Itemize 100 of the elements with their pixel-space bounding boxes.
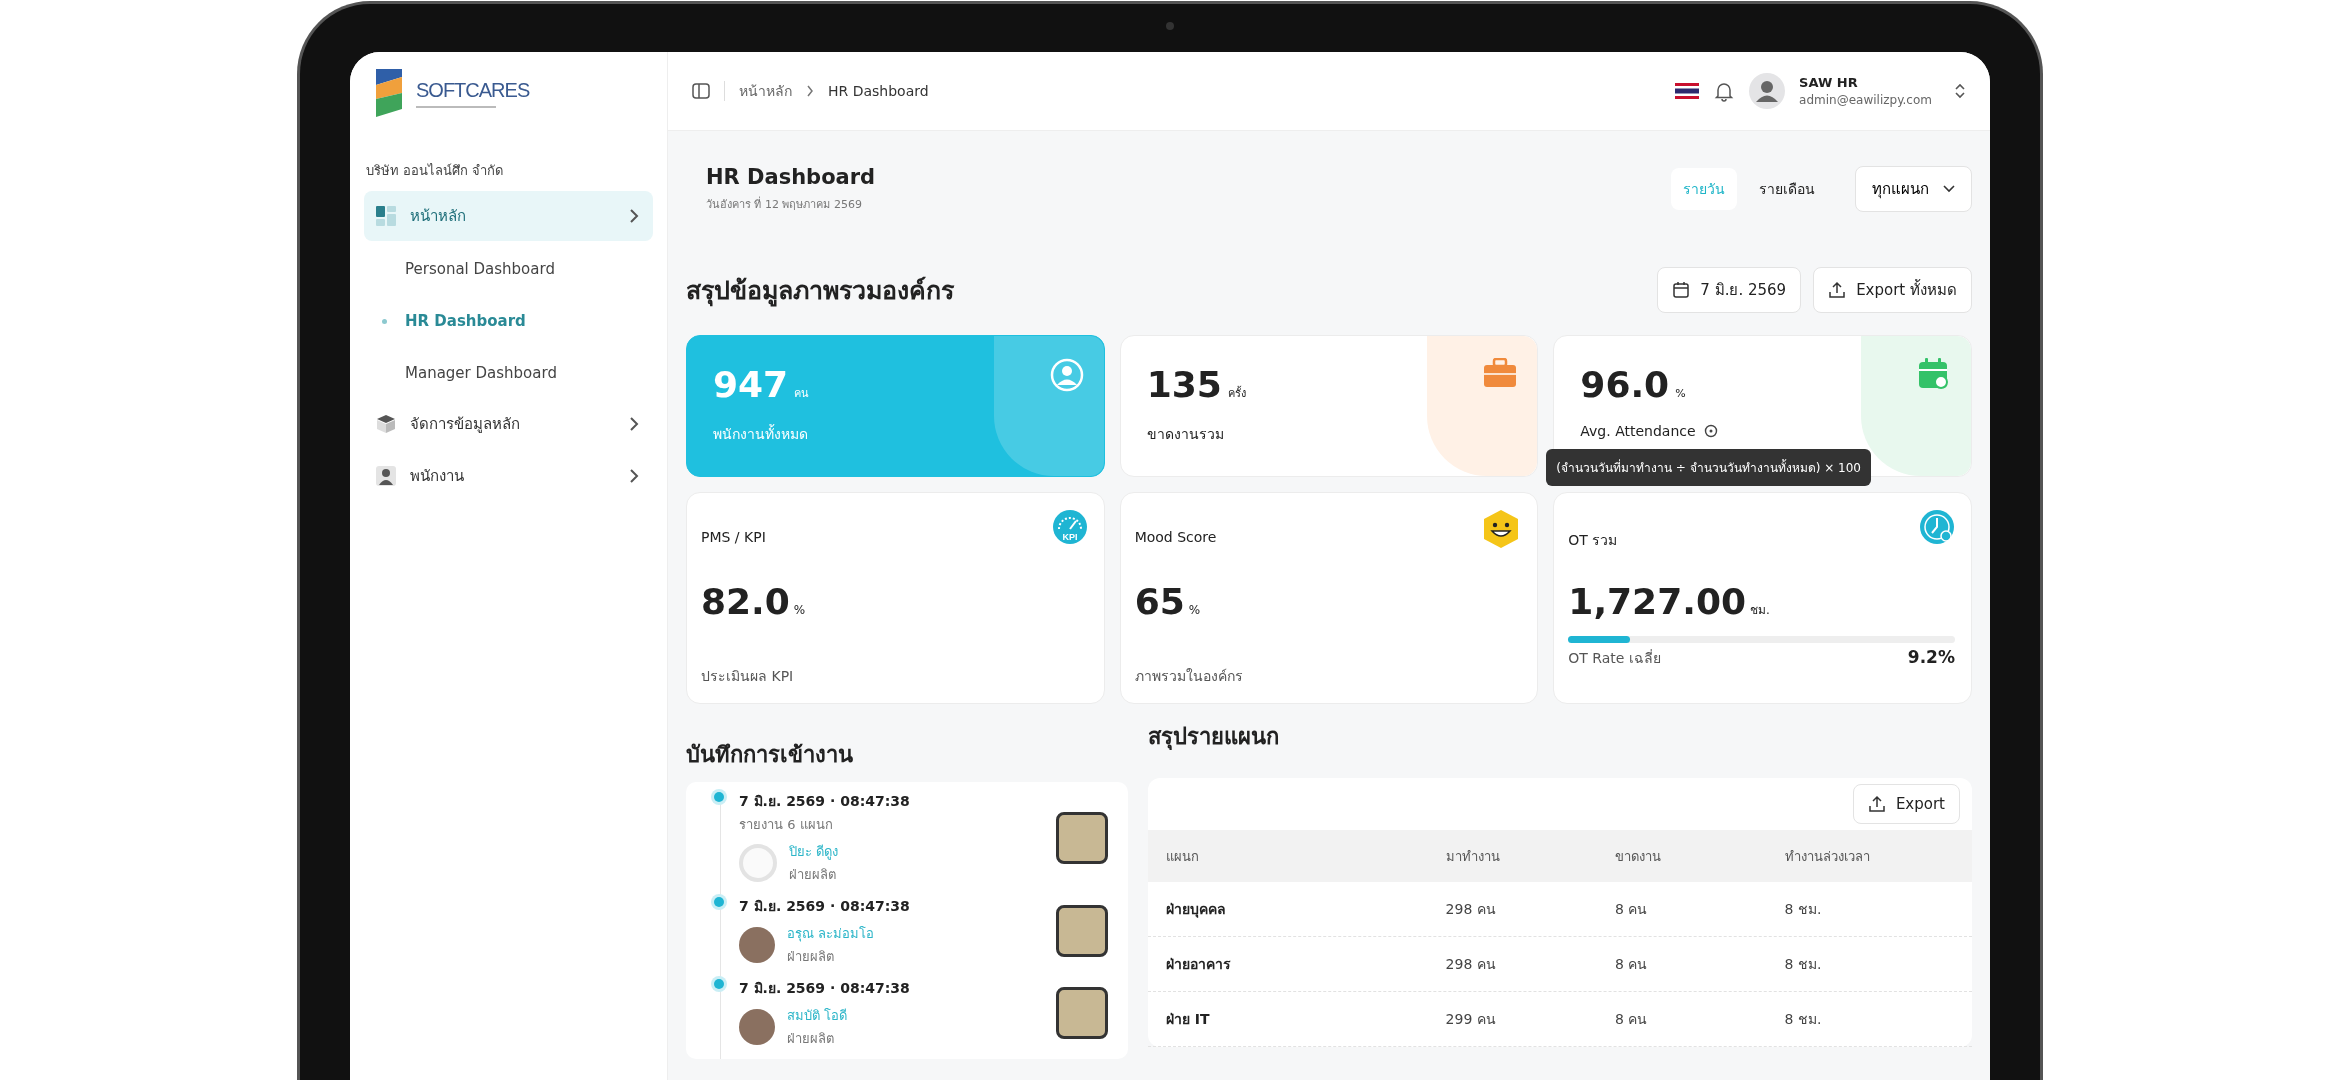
table-cell-text: 298 คน [1445,955,1497,974]
chevron-icon [629,416,639,432]
sidebar-toggle-icon[interactable] [692,82,710,100]
metric-caption: ประเมินผล KPI [701,667,795,686]
avatar-photo-placeholder [739,927,775,963]
table-cell-text: 8 ชม. [1784,955,1823,974]
export-button[interactable]: Export [1852,784,1960,824]
stat-value: 96.0 [1580,364,1670,405]
timeline-dot [714,979,724,989]
metric-title: PMS / KPI [701,529,766,545]
user-name: SAW HR [1799,75,1859,90]
column-header: แผนก [1166,847,1200,866]
avatar-icon [1749,73,1786,109]
metric-unit: ชม. [1750,602,1770,619]
metric-unit: % [1188,603,1201,617]
metric-unit: % [793,603,806,617]
sidebar-item[interactable]: จัดการข้อมูลหลัก [364,399,653,449]
stat-label: Avg. Attendance [1580,423,1696,439]
metric-value: 65 [1134,581,1185,622]
column-header: ทำงานล่วงเวลา [1784,847,1871,866]
stat-unit: คน [794,386,810,402]
column-header: ขาดงาน [1615,847,1663,866]
sidebar-item[interactable]: หน้าหลัก [364,191,653,241]
sidebar-subitem[interactable]: Personal Dashboard [364,243,653,295]
rate-value: 9.2% [1907,647,1955,667]
entry-datetime: 7 มิ.ย. 2569 · 08:47:38 [739,792,911,811]
table-cell-text: 298 คน [1445,900,1497,919]
box-icon [376,414,396,434]
clock-icon [1919,509,1955,545]
export-button[interactable]: Export ทั้งหมด [1813,267,1972,313]
employee-department: ฝ่ายผลิต [787,948,835,966]
bell-icon[interactable] [1713,80,1736,102]
logo-text: SOFTCARES [416,78,530,102]
upload-icon [1867,795,1886,813]
table-cell-text: 8 คน [1615,1010,1649,1029]
sidebar-subitem[interactable]: Manager Dashboard [364,347,653,399]
section-title: สรุปข้อมูลภาพรวมองค์กร [686,275,954,309]
stat-value: 947 [713,364,789,405]
breadcrumb-link[interactable]: HR Dashboard [828,83,929,99]
chevron-icon [1943,185,1955,193]
stat-unit: % [1675,387,1686,400]
period-tab[interactable]: รายเดือน [1747,168,1827,210]
sidebar-item[interactable]: พนักงาน [364,451,653,501]
info-icon[interactable] [1703,424,1718,438]
table-cell-text: 8 คน [1615,955,1649,974]
section-title: สรุปรายแผนก [1148,723,1280,752]
rate-label: OT Rate เฉลี่ย [1568,648,1661,668]
chevron-icon [629,468,639,484]
table-cell-text: ฝ่าย IT [1166,1010,1211,1029]
entry-note: รายงาน 6 แผนก [739,816,834,834]
photo-placeholder[interactable] [1056,811,1108,864]
entry-datetime: 7 มิ.ย. 2569 · 08:47:38 [739,979,911,998]
photo-placeholder[interactable] [1056,987,1108,1039]
metric-caption: ภาพรวมในองค์กร [1134,667,1244,686]
chevron-icon [629,208,639,224]
timeline-dot [714,792,724,802]
briefcase-icon [1483,358,1518,388]
section-title: บันทึกการเข้างาน [686,741,854,769]
upload-icon [1828,281,1847,299]
page-title: HR Dashboard [706,165,876,189]
flag-icon[interactable] [1675,83,1700,99]
stat-unit: ครั้ง [1227,385,1246,402]
chevron-icon [806,85,814,97]
page-subtitle: วันอังคาร ที่ 12 พฤษภาคม 2569 [706,195,863,213]
person-icon [376,466,396,486]
date-button[interactable]: 7 มิ.ย. 2569 [1657,267,1802,313]
user-email: admin@eawilizpy.com [1799,93,1932,107]
camera-dot [1166,22,1174,30]
stat-label: ขาดงานรวม [1146,425,1224,444]
metric-title: OT รวม [1568,531,1618,550]
sidebar-subitem[interactable]: HR Dashboard [364,295,653,347]
entry-datetime: 7 มิ.ย. 2569 · 08:47:38 [739,897,911,916]
calendar-icon [1672,281,1691,299]
breadcrumb-link[interactable]: หน้าหลัก [739,80,792,102]
table-cell-text: ฝ่ายบุคคล [1166,900,1227,920]
grid-icon [376,206,396,226]
employee-department: ฝ่ายผลิต [787,1030,835,1048]
user-icon [1049,358,1084,392]
metric-value: 1,727.00 [1568,581,1746,622]
metric-value: 82.0 [701,581,790,622]
table-cell-text: 8 ชม. [1784,1010,1823,1029]
timeline-dot [714,897,724,907]
calendar-icon [1917,358,1951,392]
company-name: บริษัท ออนไลน์ศึก จำกัด [366,162,505,180]
gauge-icon: KPI [1051,509,1088,545]
metric-title: Mood Score [1134,529,1217,545]
expand-icon[interactable] [1954,82,1966,100]
table-cell-text: 8 คน [1615,900,1649,919]
stat-value: 135 [1146,364,1222,405]
stat-label: พนักงานทั้งหมด [713,423,808,444]
employee-department: ฝ่ายผลิต [789,866,837,884]
avatar-photo-placeholder [739,1009,775,1045]
photo-placeholder[interactable] [1056,905,1108,957]
table-cell-text: 299 คน [1445,1010,1497,1029]
table-cell-text: ฝ่ายอาคาร [1166,955,1232,974]
column-header: มาทำงาน [1445,847,1501,866]
department-select[interactable]: ทุกแผนก [1855,166,1972,212]
table-cell-text: 8 ชม. [1784,900,1823,919]
tooltip: (จำนวนวันที่มาทำงาน ÷ จำนวนวันทำงานทั้งหมด) × 100 [1546,449,1871,486]
avatar-icon [739,844,777,882]
